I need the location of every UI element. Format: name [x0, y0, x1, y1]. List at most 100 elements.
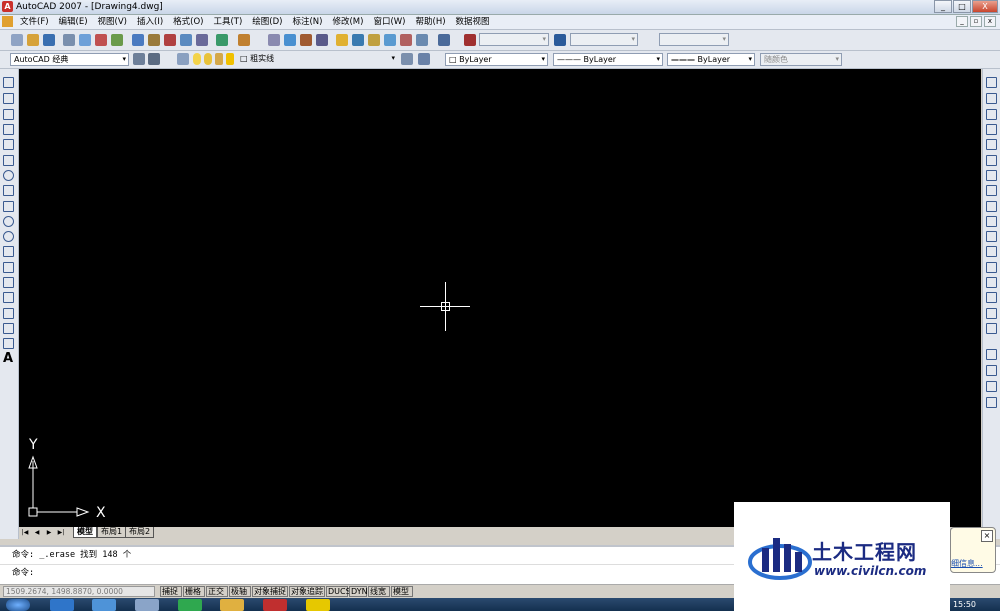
doc-minimize-button[interactable]: _: [956, 16, 968, 27]
make-block-icon[interactable]: [3, 262, 14, 273]
erase-icon[interactable]: [986, 77, 997, 88]
design-center-icon[interactable]: [336, 34, 348, 46]
array-icon[interactable]: [986, 139, 997, 150]
menu-item[interactable]: 格式(O): [173, 16, 203, 28]
save-icon[interactable]: [43, 34, 55, 46]
pan-icon[interactable]: [238, 34, 250, 46]
arc-icon[interactable]: [3, 155, 14, 166]
status-toggle[interactable]: 栅格: [183, 586, 205, 597]
table-style-icon[interactable]: [554, 34, 566, 46]
first-tab-icon[interactable]: |◀: [21, 528, 29, 537]
status-toggle[interactable]: 线宽: [368, 586, 390, 597]
minimize-button[interactable]: _: [934, 0, 952, 13]
plotstyle-combo[interactable]: 随颜色 ▾: [760, 53, 842, 66]
publish-icon[interactable]: [95, 34, 107, 46]
layers-icon[interactable]: [177, 53, 189, 65]
menu-item[interactable]: 插入(I): [137, 16, 163, 28]
status-toggle[interactable]: DYN: [349, 586, 368, 597]
yellow-app-icon[interactable]: [306, 599, 330, 611]
make-layer-current-icon[interactable]: [401, 53, 413, 65]
brush-icon[interactable]: [180, 34, 192, 46]
line-icon[interactable]: [3, 77, 14, 88]
status-toggle[interactable]: 捕捉: [160, 586, 182, 597]
layout-tab[interactable]: 布局1: [97, 527, 127, 538]
workspace-combo[interactable]: AutoCAD 经典 ▾: [10, 53, 129, 66]
lock-icon[interactable]: [215, 53, 223, 65]
scale-icon[interactable]: [986, 185, 997, 196]
table-style-combo[interactable]: ▾: [659, 33, 729, 46]
menu-item[interactable]: 窗口(W): [373, 16, 405, 28]
dim-style-combo[interactable]: ▾: [570, 33, 638, 46]
menu-item[interactable]: 文件(F): [20, 16, 49, 28]
command-prompt[interactable]: 命令:: [12, 567, 34, 579]
layout-tab[interactable]: 模型: [73, 527, 97, 538]
lightbulb-icon[interactable]: [193, 53, 201, 65]
cut-icon[interactable]: [111, 34, 123, 46]
rectangle-icon[interactable]: [3, 139, 14, 150]
multiline-text-icon[interactable]: A: [3, 351, 13, 366]
prev-tab-icon[interactable]: ◀: [33, 528, 41, 537]
coordinates-readout[interactable]: 1509.2674, 1498.8870, 0.0000: [3, 586, 155, 597]
preview-icon[interactable]: [79, 34, 91, 46]
sun-icon[interactable]: [204, 53, 212, 65]
menu-item[interactable]: 工具(T): [213, 16, 242, 28]
drawing-canvas[interactable]: Y X: [19, 69, 981, 527]
status-toggle[interactable]: 模型: [391, 586, 413, 597]
workspace-settings-icon[interactable]: [133, 53, 145, 65]
layer-combo[interactable]: □ 粗实线 ▾: [237, 53, 397, 66]
status-toggle[interactable]: 正交: [206, 586, 228, 597]
my-workspace-icon[interactable]: [148, 53, 160, 65]
app-icon[interactable]: [135, 599, 159, 611]
zoom-window-icon[interactable]: [284, 34, 296, 46]
bring-above-icon[interactable]: [986, 397, 997, 408]
offset-icon[interactable]: [986, 124, 997, 135]
menu-item[interactable]: 编辑(E): [59, 16, 88, 28]
ellipse-arc-icon[interactable]: [3, 231, 14, 242]
sheet-set-icon[interactable]: [368, 34, 380, 46]
extend-icon[interactable]: [986, 231, 997, 242]
calculator-icon[interactable]: [400, 34, 412, 46]
menu-item[interactable]: 数据视图: [456, 16, 490, 28]
polyline-icon[interactable]: [3, 109, 14, 120]
explode-icon[interactable]: [986, 323, 997, 334]
send-back-icon[interactable]: [986, 381, 997, 392]
menu-item[interactable]: 绘图(D): [252, 16, 282, 28]
copy-object-icon[interactable]: [986, 93, 997, 104]
properties-icon[interactable]: [316, 34, 328, 46]
trim-icon[interactable]: [986, 216, 997, 227]
redo-icon[interactable]: [216, 34, 228, 46]
status-toggle[interactable]: 极轴: [229, 586, 251, 597]
text-style-icon[interactable]: [438, 34, 450, 46]
stretch-icon[interactable]: [986, 201, 997, 212]
table-icon[interactable]: [3, 338, 14, 349]
zoom-previous-icon[interactable]: [300, 34, 312, 46]
ellipse-icon[interactable]: [3, 216, 14, 227]
autocad-task-icon[interactable]: [263, 599, 287, 611]
dim-style-icon[interactable]: [464, 34, 476, 46]
spline-icon[interactable]: [3, 201, 14, 212]
bring-front-icon[interactable]: [986, 365, 997, 376]
lock-open-icon[interactable]: [226, 53, 234, 65]
balloon-detail-link[interactable]: 细信息...: [951, 558, 983, 569]
plot-icon[interactable]: [63, 34, 75, 46]
tool-palettes-icon[interactable]: [352, 34, 364, 46]
green-app-icon[interactable]: [178, 599, 202, 611]
point-icon[interactable]: [3, 277, 14, 288]
copy-icon[interactable]: [132, 34, 144, 46]
rotate-icon[interactable]: [986, 170, 997, 181]
polygon-icon[interactable]: [3, 124, 14, 135]
balloon-close-button[interactable]: ×: [981, 530, 993, 542]
new-icon[interactable]: [11, 34, 23, 46]
open-icon[interactable]: [27, 34, 39, 46]
next-tab-icon[interactable]: ▶: [45, 528, 53, 537]
doc-restore-button[interactable]: ▫: [970, 16, 982, 27]
markup-icon[interactable]: [384, 34, 396, 46]
maximize-button[interactable]: □: [953, 0, 971, 13]
chamfer-icon[interactable]: [986, 292, 997, 303]
menu-item[interactable]: 视图(V): [98, 16, 127, 28]
start-button-icon[interactable]: [6, 599, 30, 611]
break-at-point-icon[interactable]: [986, 246, 997, 257]
join-icon[interactable]: [986, 277, 997, 288]
paste-icon[interactable]: [148, 34, 160, 46]
color-combo[interactable]: □ ByLayer ▾: [445, 53, 548, 66]
